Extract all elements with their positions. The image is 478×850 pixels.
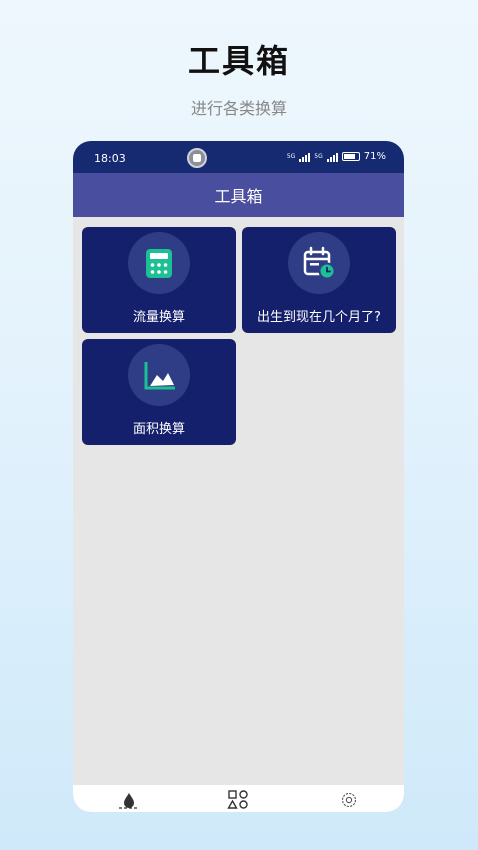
tool-card-label: 面积换算 <box>132 422 185 437</box>
nav-tab-home[interactable] <box>117 790 141 810</box>
network-label-1: 5G <box>286 153 296 160</box>
apps-grid-icon <box>227 790 248 809</box>
promo-title: 工具箱 <box>187 42 290 80</box>
calculator-icon <box>146 249 172 278</box>
tool-card-area-conversion[interactable]: 面积换算 <box>82 339 236 445</box>
app-bar-title: 工具箱 <box>214 187 263 206</box>
calendar-clock-icon <box>303 246 336 280</box>
promo-subtitle: 进行各类换算 <box>190 99 287 118</box>
battery-icon <box>341 152 360 161</box>
water-drop-icon <box>119 793 139 809</box>
area-chart-icon <box>144 362 175 390</box>
status-indicators: 5G 5G 71% <box>287 151 386 162</box>
app-bar: 工具箱 <box>73 173 404 217</box>
status-time: 18:03 <box>94 152 126 165</box>
tool-card-label: 出生到现在几个月了? <box>257 310 381 325</box>
settings-gear-icon <box>341 792 357 808</box>
notification-app-icon <box>187 148 207 168</box>
signal-icon <box>299 152 311 162</box>
nav-tab-toolbox[interactable] <box>226 790 250 810</box>
phone-screen: 18:03 5G 5G 71% 工具箱 流量换算 出生到现在几个月了? 面积换算 <box>73 141 404 812</box>
signal-icon <box>326 152 338 162</box>
card-icon-background <box>128 232 190 294</box>
card-icon-background <box>128 344 190 406</box>
battery-level: 71% <box>363 151 386 162</box>
card-icon-background <box>288 232 350 294</box>
nav-tab-settings[interactable] <box>337 790 361 810</box>
tool-card-flow-conversion[interactable]: 流量换算 <box>82 227 236 333</box>
tool-card-months-since-birth[interactable]: 出生到现在几个月了? <box>242 227 396 333</box>
tool-card-label: 流量换算 <box>132 310 185 325</box>
bottom-nav <box>73 785 404 812</box>
network-label-2: 5G <box>314 153 323 160</box>
status-bar: 18:03 5G 5G 71% <box>73 141 404 173</box>
